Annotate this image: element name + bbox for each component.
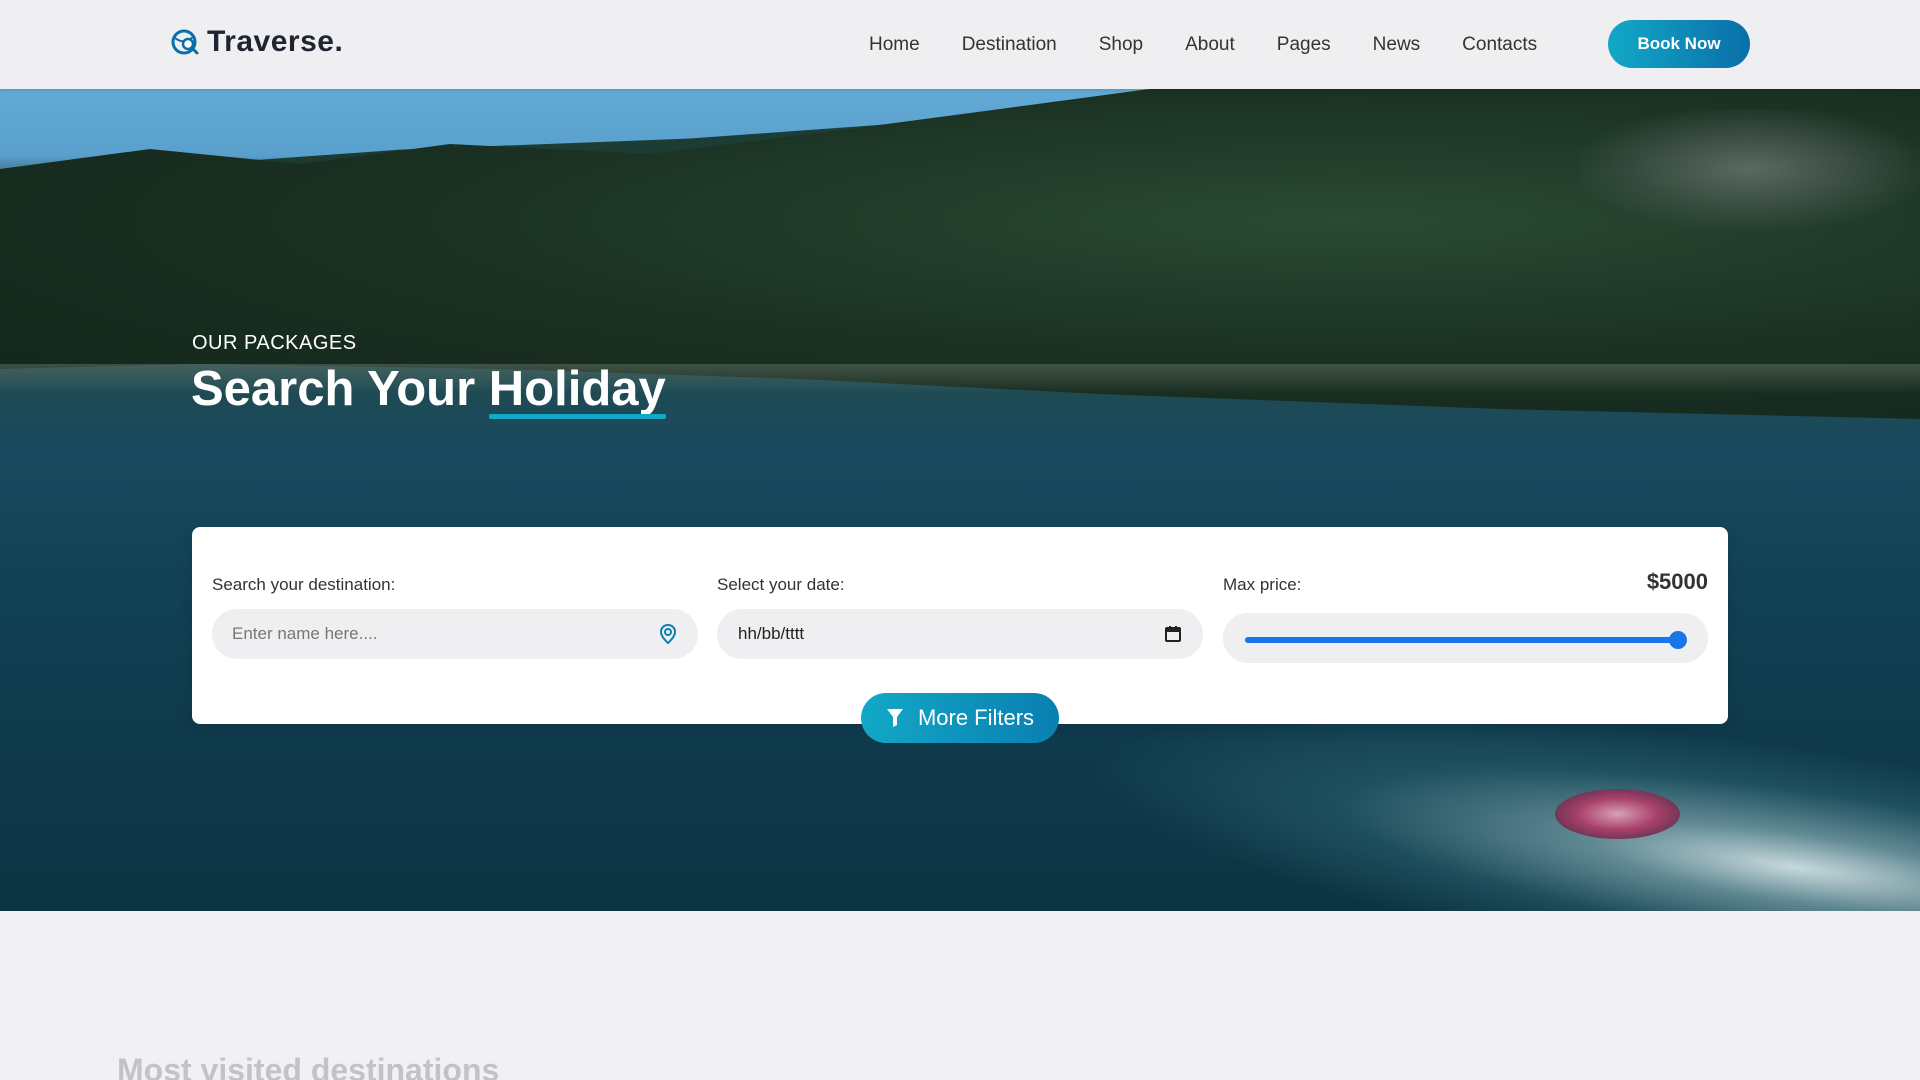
nav-item-contacts[interactable]: Contacts bbox=[1462, 34, 1537, 56]
nav-item-home[interactable]: Home bbox=[869, 34, 920, 56]
hero-jetski-image bbox=[1555, 789, 1680, 839]
top-navbar: Traverse. Home Destination Shop About Pa… bbox=[0, 0, 1920, 89]
hero-rocks bbox=[1580, 109, 1920, 229]
destination-placeholder: Enter name here.... bbox=[232, 624, 378, 643]
calendar-icon[interactable] bbox=[1161, 622, 1185, 646]
nav-item-destination[interactable]: Destination bbox=[962, 34, 1057, 56]
hero-title-prefix: Search Your bbox=[191, 362, 476, 416]
nav-item-pages[interactable]: Pages bbox=[1277, 34, 1331, 56]
brand-name: Traverse. bbox=[207, 25, 344, 58]
hero-title: Search Your Holiday bbox=[191, 361, 666, 419]
price-slider-container bbox=[1223, 613, 1708, 663]
main-nav: Home Destination Shop About Pages News C… bbox=[869, 34, 1579, 56]
date-input[interactable]: hh/bb/tttt bbox=[717, 609, 1203, 659]
date-label: Select your date: bbox=[717, 575, 845, 594]
price-slider-thumb[interactable] bbox=[1669, 631, 1687, 649]
nav-item-shop[interactable]: Shop bbox=[1099, 34, 1143, 56]
more-filters-label: More Filters bbox=[917, 705, 1035, 730]
book-now-button[interactable]: Book Now bbox=[1608, 20, 1750, 68]
max-price-value: $5000 bbox=[1646, 569, 1708, 594]
date-value: hh/bb/tttt bbox=[738, 624, 805, 643]
funnel-icon bbox=[886, 709, 903, 727]
more-filters-button[interactable]: More Filters bbox=[861, 693, 1059, 743]
hero-title-highlight: Holiday bbox=[488, 362, 666, 419]
nav-item-news[interactable]: News bbox=[1373, 34, 1421, 56]
location-pin-icon[interactable] bbox=[656, 622, 680, 646]
price-slider-track[interactable] bbox=[1245, 637, 1678, 643]
globe-search-icon bbox=[171, 29, 199, 55]
price-label: Max price: bbox=[1223, 575, 1302, 594]
destination-label: Search your destination: bbox=[212, 575, 396, 594]
destination-input[interactable]: Enter name here.... bbox=[212, 609, 698, 659]
hero-section: OUR PACKAGES Search Your Holiday bbox=[0, 89, 1920, 911]
most-visited-title: Most visited destinations bbox=[117, 1052, 500, 1080]
hero-eyebrow: OUR PACKAGES bbox=[192, 332, 357, 354]
nav-item-about[interactable]: About bbox=[1185, 34, 1235, 56]
brand-logo[interactable]: Traverse. bbox=[171, 25, 343, 59]
